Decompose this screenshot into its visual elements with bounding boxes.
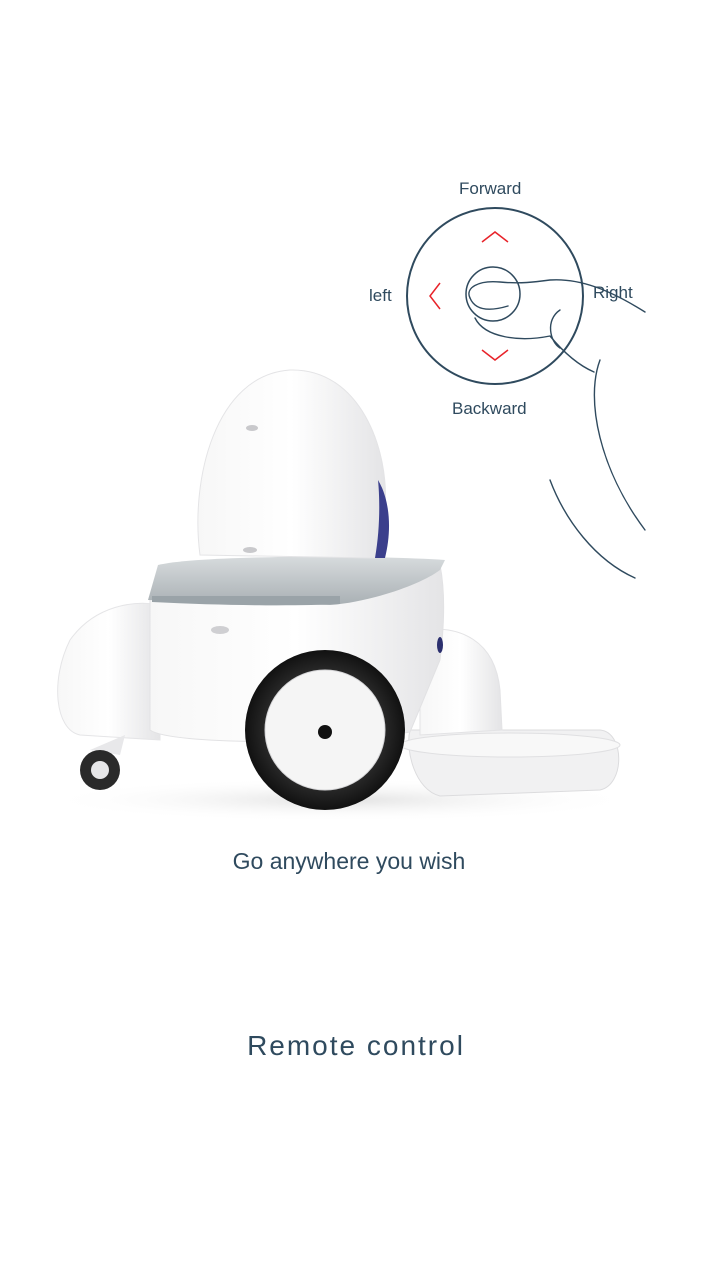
robot-head bbox=[197, 369, 390, 559]
robot-wheel bbox=[245, 650, 405, 810]
arrow-down-icon bbox=[481, 349, 509, 361]
arrow-left-icon bbox=[429, 282, 441, 310]
joystick-knob bbox=[465, 266, 521, 322]
arrow-up-icon bbox=[481, 231, 509, 243]
joystick-ring bbox=[406, 207, 584, 385]
right-label: Right bbox=[593, 283, 633, 302]
caster-wheel bbox=[80, 735, 125, 790]
robot-graphic bbox=[40, 369, 640, 822]
robot-illustration bbox=[40, 360, 640, 830]
left-label: left bbox=[369, 286, 392, 305]
tagline: Go anywhere you wish bbox=[232, 848, 466, 874]
feature-title: Remote control bbox=[247, 1030, 465, 1061]
forward-label: Forward bbox=[459, 179, 522, 198]
